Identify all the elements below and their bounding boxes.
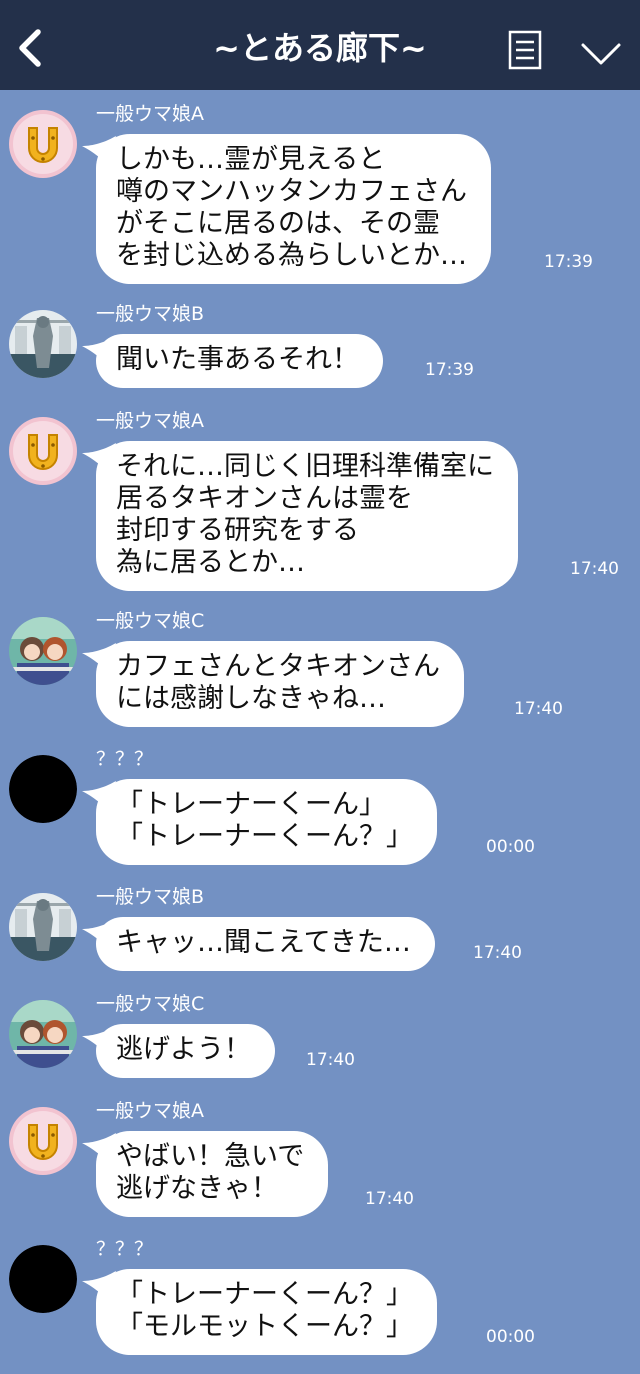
message-item: 一般ウマ娘C 逃げよう！ 17:40: [0, 990, 640, 1090]
message-time: 00:00: [486, 837, 535, 857]
statue-avatar[interactable]: [9, 310, 77, 378]
sender-name: 一般ウマ娘A: [96, 1100, 204, 1122]
sender-name: 一般ウマ娘B: [96, 303, 205, 325]
chat-header: ~とある廊下~: [0, 0, 640, 90]
chat-title: ~とある廊下~: [213, 29, 427, 67]
message-bubble[interactable]: キャッ…聞こえてきた…: [96, 917, 435, 971]
message-time: 00:00: [486, 1327, 535, 1347]
message-item: ？？？ 「トレーナーくーん」 「トレーナーくーん？」 00:00: [0, 745, 640, 875]
note-list-icon[interactable]: [508, 30, 542, 70]
message-item: 一般ウマ娘B キャッ…聞こえてきた… 17:40: [0, 883, 640, 983]
message-time: 17:40: [365, 1189, 414, 1209]
message-item: 一般ウマ娘B 聞いた事あるそれ！ 17:39: [0, 300, 640, 400]
horseshoe-avatar[interactable]: [9, 110, 77, 178]
chevron-left-icon[interactable]: [16, 28, 46, 68]
message-bubble[interactable]: 逃げよう！: [96, 1024, 275, 1078]
sender-name: 一般ウマ娘A: [96, 410, 204, 432]
two-girls-avatar[interactable]: [9, 1000, 77, 1068]
message-item: 一般ウマ娘A それに…同じく旧理科準備室に 居るタキオンさんは霊を 封印する研究…: [0, 407, 640, 597]
two-girls-avatar[interactable]: [9, 617, 77, 685]
message-bubble[interactable]: 聞いた事あるそれ！: [96, 334, 383, 388]
black-circle-avatar[interactable]: [9, 755, 77, 823]
message-item: 一般ウマ娘A しかも…霊が見えると 噂のマンハッタンカフェさん がそこに居るのは…: [0, 100, 640, 290]
message-bubble[interactable]: カフェさんとタキオンさん には感謝しなきゃね…: [96, 641, 464, 727]
black-circle-avatar[interactable]: [9, 1245, 77, 1313]
message-time: 17:40: [306, 1050, 355, 1070]
message-time: 17:40: [514, 699, 563, 719]
message-item: 一般ウマ娘C カフェさんとタキオンさん には感謝しなきゃね… 17:40: [0, 607, 640, 737]
message-time: 17:40: [570, 559, 619, 579]
message-time: 17:39: [544, 252, 593, 272]
message-item: 一般ウマ娘A やばい！急いで 逃げなきゃ！ 17:40: [0, 1097, 640, 1227]
sender-name: 一般ウマ娘C: [96, 993, 205, 1015]
message-bubble[interactable]: それに…同じく旧理科準備室に 居るタキオンさんは霊を 封印する研究をする 為に居…: [96, 441, 518, 591]
message-time: 17:39: [425, 360, 474, 380]
message-bubble[interactable]: やばい！急いで 逃げなきゃ！: [96, 1131, 329, 1217]
message-bubble[interactable]: しかも…霊が見えると 噂のマンハッタンカフェさん がそこに居るのは、その霊 を封…: [96, 134, 491, 284]
message-time: 17:40: [473, 943, 522, 963]
sender-name: 一般ウマ娘C: [96, 610, 205, 632]
horseshoe-avatar[interactable]: [9, 1107, 77, 1175]
sender-name: ？？？: [96, 1238, 154, 1260]
sender-name: 一般ウマ娘A: [96, 103, 204, 125]
message-bubble[interactable]: 「トレーナーくーん？」 「モルモットくーん？」: [96, 1269, 437, 1355]
sender-name: ？？？: [96, 748, 154, 770]
sender-name: 一般ウマ娘B: [96, 886, 205, 908]
message-item: ？？？ 「トレーナーくーん？」 「モルモットくーん？」 00:00: [0, 1235, 640, 1365]
message-bubble[interactable]: 「トレーナーくーん」 「トレーナーくーん？」: [96, 779, 437, 865]
horseshoe-avatar[interactable]: [9, 417, 77, 485]
chevron-down-icon[interactable]: [580, 40, 622, 68]
statue-avatar[interactable]: [9, 893, 77, 961]
